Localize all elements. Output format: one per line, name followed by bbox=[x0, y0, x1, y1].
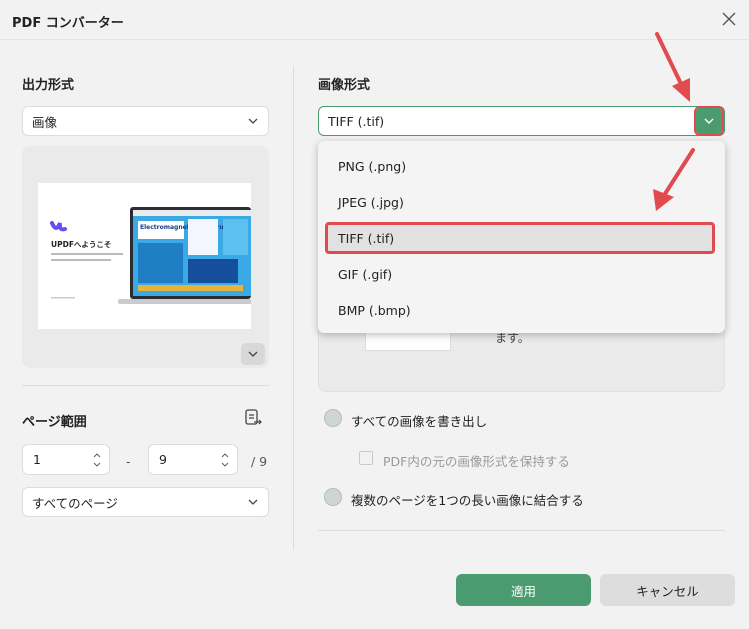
export-all-images-radio[interactable] bbox=[324, 409, 342, 427]
range-from-stepper[interactable]: 1 bbox=[22, 444, 110, 475]
chevron-down-icon bbox=[248, 351, 258, 357]
preview-app-name: UPDFへようこそ bbox=[51, 240, 111, 249]
option-bmp[interactable]: BMP (.bmp) bbox=[338, 303, 411, 318]
page-range-label: ページ範囲 bbox=[22, 415, 87, 430]
output-format-select[interactable]: 画像 bbox=[22, 106, 269, 136]
option-png[interactable]: PNG (.png) bbox=[338, 159, 406, 174]
image-format-value: TIFF (.tif) bbox=[328, 113, 385, 129]
close-icon[interactable] bbox=[721, 11, 737, 27]
output-format-label: 出力形式 bbox=[22, 78, 75, 93]
annotation-arrow-icon bbox=[655, 32, 690, 102]
range-to-value: 9 bbox=[159, 452, 167, 467]
range-to-stepper[interactable]: 9 bbox=[148, 444, 238, 475]
chevron-down-icon bbox=[248, 118, 258, 124]
window-title: PDF コンバーター bbox=[12, 16, 124, 31]
option-tiff-selected[interactable]: TIFF (.tif) bbox=[325, 222, 715, 254]
preview-expand-button[interactable] bbox=[241, 343, 265, 365]
range-from-value: 1 bbox=[33, 452, 41, 467]
option-tiff-label: TIFF (.tif) bbox=[338, 230, 395, 246]
combine-pages-radio[interactable] bbox=[324, 488, 342, 506]
title-bar: PDF コンバーター bbox=[0, 0, 749, 40]
cancel-label: キャンセル bbox=[636, 583, 699, 599]
combine-pages-label: 複数のページを1つの長い画像に結合する bbox=[351, 493, 584, 508]
preview-thumbnail: UPDFへようこそ Electromagnetic Spectrum bbox=[38, 183, 251, 329]
option-gif[interactable]: GIF (.gif) bbox=[338, 267, 392, 282]
range-dash: - bbox=[126, 454, 131, 469]
preview-image: UPDFへようこそ Electromagnetic Spectrum bbox=[38, 183, 251, 329]
annotation-arrow-icon bbox=[653, 148, 695, 211]
image-format-select[interactable]: TIFF (.tif) bbox=[318, 106, 725, 136]
keep-original-format-checkbox[interactable] bbox=[359, 451, 373, 465]
option-jpeg[interactable]: JPEG (.jpg) bbox=[338, 195, 404, 210]
stepper-arrows-icon[interactable] bbox=[93, 452, 101, 468]
left-divider bbox=[22, 385, 269, 386]
page-subset-value: すべてのページ bbox=[32, 495, 118, 511]
cancel-button[interactable]: キャンセル bbox=[600, 574, 735, 606]
right-divider bbox=[318, 530, 725, 531]
image-format-dropdown-button[interactable] bbox=[694, 106, 724, 136]
chevron-down-icon bbox=[704, 118, 714, 124]
column-divider bbox=[293, 66, 294, 550]
page-swap-icon[interactable] bbox=[243, 408, 263, 428]
preview-panel: UPDFへようこそ Electromagnetic Spectrum bbox=[22, 146, 269, 368]
export-all-images-label: すべての画像を書き出し bbox=[351, 414, 488, 429]
apply-button[interactable]: 適用 bbox=[456, 574, 591, 606]
output-format-value: 画像 bbox=[32, 114, 58, 130]
keep-original-format-label: PDF内の元の画像形式を保持する bbox=[383, 454, 570, 469]
apply-label: 適用 bbox=[510, 583, 536, 599]
page-subset-select[interactable]: すべてのページ bbox=[22, 487, 269, 517]
range-total: / 9 bbox=[251, 454, 268, 469]
image-format-label: 画像形式 bbox=[318, 78, 371, 93]
chevron-down-icon bbox=[248, 499, 258, 505]
stepper-arrows-icon[interactable] bbox=[221, 452, 229, 468]
